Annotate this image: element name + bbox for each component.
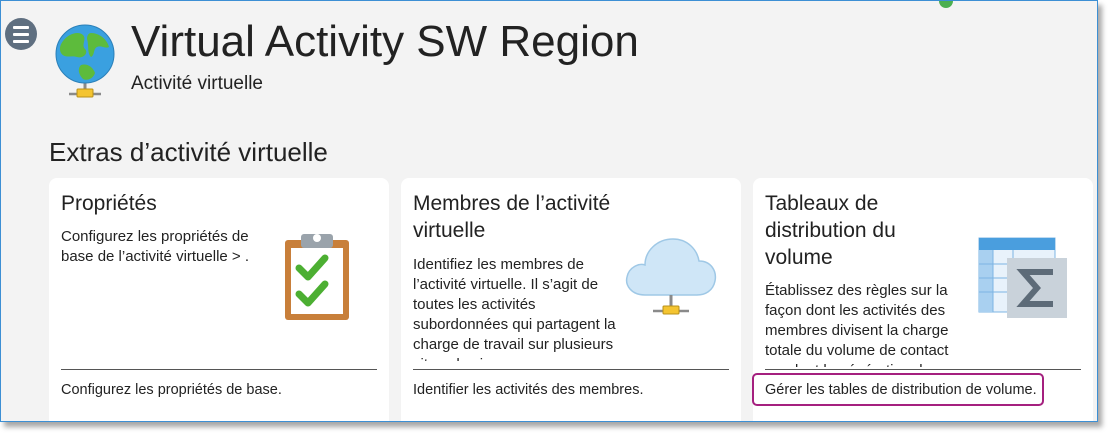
menu-icon-bar	[13, 39, 29, 43]
globe-icon	[55, 24, 115, 98]
page-title: Virtual Activity SW Region	[131, 17, 639, 66]
identify-member-activities-link[interactable]: Identifier les activités des membres.	[413, 382, 643, 398]
card-title: Membres de l’activité virtuelle	[413, 192, 611, 242]
cloud-network-icon	[625, 238, 717, 315]
menu-icon-bar	[13, 25, 29, 29]
status-dot	[939, 1, 953, 8]
card-virtual-activity-members: Membres de l’activité virtuelle Identifi…	[401, 178, 741, 421]
card-title: Propriétés	[61, 192, 157, 215]
callout-highlight	[752, 373, 1044, 406]
configure-properties-link[interactable]: Configurez les propriétés de base.	[61, 382, 282, 398]
section-title: Extras d’activité virtuelle	[49, 137, 328, 167]
card-properties: Propriétés Configurez les propriétés de …	[49, 178, 389, 421]
card-description: Établissez des règles sur la façon dont …	[765, 282, 949, 367]
card-title: Tableaux de distribution du volume	[765, 192, 896, 269]
card-description: Identifiez les membres de l’activité vir…	[413, 256, 616, 361]
clipboard-check-icon	[285, 234, 349, 320]
menu-icon-bar	[13, 32, 29, 36]
card-divider	[61, 369, 377, 370]
menu-button[interactable]	[5, 18, 37, 50]
page-subtitle: Activité virtuelle	[131, 73, 263, 94]
card-description: Configurez les propriétés de base de l’a…	[61, 228, 250, 265]
table-sigma-icon	[978, 237, 1067, 318]
card-divider	[765, 369, 1081, 370]
card-divider	[413, 369, 729, 370]
app-window: Virtual Activity SW Region Activité virt…	[0, 0, 1098, 422]
